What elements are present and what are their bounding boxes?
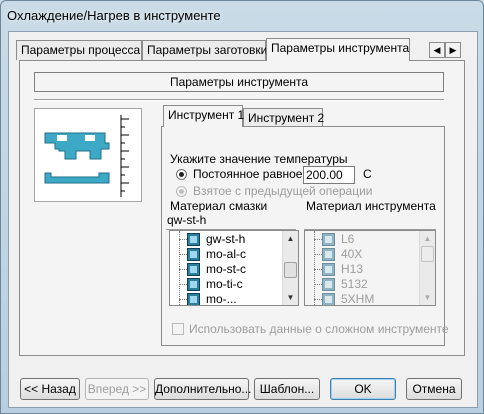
material-icon: [187, 248, 200, 261]
list-item[interactable]: mo-st-c: [170, 262, 298, 277]
material-icon: [322, 248, 335, 261]
template-button[interactable]: Шаблон...: [254, 378, 320, 400]
complex-tool-label: Использовать данные о сложном инструмент…: [189, 322, 449, 336]
complex-tool-checkbox[interactable]: [172, 323, 184, 335]
tool-material-label: Материал инструмента: [306, 199, 436, 213]
divider: [34, 99, 444, 101]
scroll-up-icon[interactable]: ▲: [420, 231, 435, 246]
material-icon: [187, 263, 200, 276]
radio-constant-temperature[interactable]: [176, 169, 187, 180]
material-icon: [187, 278, 200, 291]
lubricant-label: Материал смазки: [170, 199, 268, 213]
scroll-up-icon[interactable]: ▲: [283, 231, 298, 246]
previous-operation-label: Взятое с предыдущей операции: [193, 184, 373, 198]
material-icon: [322, 293, 335, 305]
advanced-button[interactable]: Дополнительно...: [154, 378, 251, 400]
material-icon: [322, 233, 335, 246]
lubricant-scrollbar[interactable]: ▲ ▼: [282, 231, 298, 305]
material-icon: [187, 233, 200, 246]
temperature-value-input[interactable]: 200.00: [303, 166, 355, 184]
list-item[interactable]: L6: [305, 232, 435, 247]
arrow-right-icon: ▶: [449, 45, 457, 55]
cancel-button[interactable]: Отмена: [406, 378, 462, 400]
list-item[interactable]: gw-st-h: [170, 232, 298, 247]
arrow-left-icon: ◀: [433, 45, 441, 55]
list-item[interactable]: 5132: [305, 277, 435, 292]
window-title: Охлаждение/Нагрев в инструменте: [7, 8, 221, 23]
tab-scroll-left-button[interactable]: ◀: [429, 42, 445, 58]
tab-tool-1[interactable]: Инструмент 1: [163, 105, 244, 127]
list-item[interactable]: H13: [305, 262, 435, 277]
tab-process-params[interactable]: Параметры процесса: [16, 40, 142, 60]
material-icon: [322, 278, 335, 291]
constant-temperature-label: Постоянное равное: [193, 167, 303, 181]
list-item[interactable]: mo-ti-c: [170, 277, 298, 292]
tool-preview: [34, 108, 142, 202]
temperature-prompt: Укажите значение температуры: [170, 152, 348, 166]
list-item[interactable]: mo-...: [170, 292, 298, 305]
tab-scroll-right-button[interactable]: ▶: [445, 42, 461, 58]
tab-tool-params[interactable]: Параметры инструмента: [266, 38, 410, 61]
list-item[interactable]: 5XHM: [305, 292, 435, 305]
back-button[interactable]: << Назад: [20, 378, 80, 400]
scroll-thumb[interactable]: [284, 262, 297, 278]
tool-material-current[interactable]: [304, 212, 436, 230]
lubricant-tree[interactable]: gw-st-h mo-al-c mo-st-c mo-ti-c mo-... ▲…: [169, 230, 299, 306]
scroll-down-icon[interactable]: ▼: [283, 290, 298, 305]
list-item[interactable]: mo-al-c: [170, 247, 298, 262]
tab-tool-2[interactable]: Инструмент 2: [243, 108, 324, 127]
material-icon: [187, 293, 200, 305]
list-item[interactable]: 40X: [305, 247, 435, 262]
tool-material-tree[interactable]: L6 40X H13 5132 5XHM ▲ ▼: [304, 230, 436, 306]
die-icon: [44, 115, 129, 197]
group-title: Параметры инструмента: [34, 72, 444, 92]
scroll-thumb[interactable]: [421, 246, 434, 262]
temperature-unit: C: [363, 167, 372, 181]
material-icon: [322, 263, 335, 276]
tool-material-scrollbar[interactable]: ▲ ▼: [419, 231, 435, 305]
ok-button[interactable]: OK: [330, 378, 396, 400]
scroll-down-icon[interactable]: ▼: [420, 290, 435, 305]
radio-previous-operation[interactable]: [176, 186, 187, 197]
lubricant-current[interactable]: qw-st-h: [166, 212, 296, 230]
tab-workpiece-params[interactable]: Параметры заготовки: [142, 40, 267, 60]
forward-button[interactable]: Вперед >>: [85, 378, 149, 400]
